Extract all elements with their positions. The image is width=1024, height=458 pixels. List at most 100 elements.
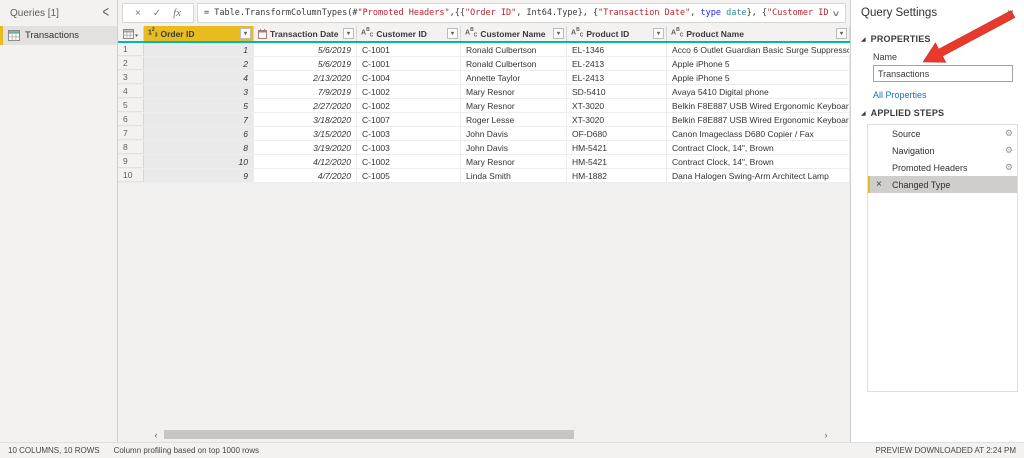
- table-cell[interactable]: C-1002: [357, 99, 461, 112]
- table-cell[interactable]: EL-2413: [567, 57, 667, 70]
- formula-input[interactable]: = Table.TransformColumnTypes(#"Promoted …: [197, 3, 846, 23]
- table-cell[interactable]: Apple iPhone 5: [667, 57, 850, 70]
- table-cell[interactable]: Canon Imageclass D680 Copier / Fax: [667, 127, 850, 140]
- table-cell[interactable]: Annette Taylor: [461, 71, 567, 84]
- table-cell[interactable]: C-1003: [357, 141, 461, 154]
- table-cell[interactable]: 6: [144, 127, 254, 140]
- collapse-queries-icon[interactable]: <: [103, 5, 109, 22]
- table-cell[interactable]: 3/15/2020: [254, 127, 357, 140]
- table-cell[interactable]: Belkin F8E887 USB Wired Ergonomic Keyboa…: [667, 113, 850, 126]
- filter-dropdown-icon[interactable]: ▾: [343, 28, 354, 39]
- column-header-product-name[interactable]: ABC Product Name ▾: [667, 26, 850, 41]
- table-cell[interactable]: 5/6/2019: [254, 43, 357, 56]
- table-cell[interactable]: 9: [144, 169, 254, 182]
- table-cell[interactable]: 3: [144, 85, 254, 98]
- filter-dropdown-icon[interactable]: ▾: [553, 28, 564, 39]
- row-number[interactable]: 6: [118, 113, 144, 126]
- row-number[interactable]: 4: [118, 85, 144, 98]
- table-cell[interactable]: EL-1346: [567, 43, 667, 56]
- table-cell[interactable]: 3/19/2020: [254, 141, 357, 154]
- scrollbar-thumb[interactable]: [164, 430, 574, 439]
- table-cell[interactable]: Apple iPhone 5: [667, 71, 850, 84]
- expand-formula-icon[interactable]: ∨: [831, 9, 840, 18]
- table-cell[interactable]: XT-3020: [567, 99, 667, 112]
- table-cell[interactable]: HM-1882: [567, 169, 667, 182]
- table-cell[interactable]: Mary Resnor: [461, 155, 567, 168]
- table-cell[interactable]: Ronald Culbertson: [461, 57, 567, 70]
- applied-step-source[interactable]: Source⚙: [868, 125, 1017, 142]
- column-header-transaction-date[interactable]: Transaction Date ▾: [254, 26, 357, 41]
- gear-icon[interactable]: ⚙: [1005, 145, 1013, 156]
- table-cell[interactable]: 2/27/2020: [254, 99, 357, 112]
- filter-dropdown-icon[interactable]: ▾: [240, 28, 251, 39]
- column-header-customer-name[interactable]: ABC Customer Name ▾: [461, 26, 567, 41]
- table-cell[interactable]: C-1007: [357, 113, 461, 126]
- table-cell[interactable]: Linda Smith: [461, 169, 567, 182]
- table-cell[interactable]: 7/9/2019: [254, 85, 357, 98]
- table-cell[interactable]: C-1004: [357, 71, 461, 84]
- table-cell[interactable]: 8: [144, 141, 254, 154]
- table-cell[interactable]: 4/7/2020: [254, 169, 357, 182]
- table-cell[interactable]: HM-5421: [567, 141, 667, 154]
- all-properties-link[interactable]: All Properties: [873, 90, 1014, 100]
- table-cell[interactable]: C-1001: [357, 43, 461, 56]
- close-icon[interactable]: ×: [1007, 6, 1014, 20]
- row-number[interactable]: 7: [118, 127, 144, 140]
- table-cell[interactable]: 7: [144, 113, 254, 126]
- table-cell[interactable]: C-1002: [357, 155, 461, 168]
- row-number[interactable]: 10: [118, 169, 144, 182]
- table-cell[interactable]: C-1002: [357, 85, 461, 98]
- table-cell[interactable]: C-1001: [357, 57, 461, 70]
- table-corner-button[interactable]: ▾: [118, 26, 144, 41]
- table-cell[interactable]: 5: [144, 99, 254, 112]
- row-number[interactable]: 3: [118, 71, 144, 84]
- table-cell[interactable]: Roger Lesse: [461, 113, 567, 126]
- row-number[interactable]: 1: [118, 43, 144, 56]
- filter-dropdown-icon[interactable]: ▾: [836, 28, 847, 39]
- column-header-order-id[interactable]: 123 Order ID ▾: [144, 26, 254, 41]
- table-cell[interactable]: Avaya 5410 Digital phone: [667, 85, 850, 98]
- commit-formula-icon[interactable]: ✓: [153, 8, 161, 19]
- table-cell[interactable]: 3/18/2020: [254, 113, 357, 126]
- table-cell[interactable]: 2/13/2020: [254, 71, 357, 84]
- properties-section-header[interactable]: ◢ PROPERTIES: [861, 34, 1014, 44]
- table-cell[interactable]: SD-5410: [567, 85, 667, 98]
- table-cell[interactable]: 5/6/2019: [254, 57, 357, 70]
- table-cell[interactable]: John Davis: [461, 141, 567, 154]
- query-name-input[interactable]: [873, 65, 1013, 82]
- table-cell[interactable]: Mary Resnor: [461, 85, 567, 98]
- table-cell[interactable]: John Davis: [461, 127, 567, 140]
- row-number[interactable]: 2: [118, 57, 144, 70]
- row-number[interactable]: 5: [118, 99, 144, 112]
- column-header-customer-id[interactable]: ABC Customer ID ▾: [357, 26, 461, 41]
- table-cell[interactable]: Acco 6 Outlet Guardian Basic Surge Suppr…: [667, 43, 850, 56]
- table-cell[interactable]: C-1003: [357, 127, 461, 140]
- table-cell[interactable]: Contract Clock, 14", Brown: [667, 155, 850, 168]
- table-cell[interactable]: Contract Clock, 14", Brown: [667, 141, 850, 154]
- gear-icon[interactable]: ⚙: [1005, 128, 1013, 139]
- table-cell[interactable]: OF-D680: [567, 127, 667, 140]
- cancel-formula-icon[interactable]: ×: [135, 8, 141, 19]
- applied-step-promoted-headers[interactable]: Promoted Headers⚙: [868, 159, 1017, 176]
- table-cell[interactable]: 1: [144, 43, 254, 56]
- applied-step-navigation[interactable]: Navigation⚙: [868, 142, 1017, 159]
- scroll-right-icon[interactable]: ›: [820, 429, 832, 441]
- table-cell[interactable]: Ronald Culbertson: [461, 43, 567, 56]
- table-cell[interactable]: Mary Resnor: [461, 99, 567, 112]
- applied-steps-section-header[interactable]: ◢ APPLIED STEPS: [861, 108, 1014, 118]
- table-cell[interactable]: 4: [144, 71, 254, 84]
- table-cell[interactable]: 4/12/2020: [254, 155, 357, 168]
- table-cell[interactable]: EL-2413: [567, 71, 667, 84]
- scroll-left-icon[interactable]: ‹: [150, 429, 162, 441]
- filter-dropdown-icon[interactable]: ▾: [653, 28, 664, 39]
- table-cell[interactable]: Belkin F8E887 USB Wired Ergonomic Keyboa…: [667, 99, 850, 112]
- applied-step-changed-type[interactable]: ×Changed Type: [868, 176, 1017, 193]
- row-number[interactable]: 9: [118, 155, 144, 168]
- delete-step-icon[interactable]: ×: [876, 180, 882, 190]
- column-header-product-id[interactable]: ABC Product ID ▾: [567, 26, 667, 41]
- row-number[interactable]: 8: [118, 141, 144, 154]
- table-cell[interactable]: 2: [144, 57, 254, 70]
- table-cell[interactable]: XT-3020: [567, 113, 667, 126]
- fx-icon[interactable]: fx: [173, 7, 181, 19]
- filter-dropdown-icon[interactable]: ▾: [447, 28, 458, 39]
